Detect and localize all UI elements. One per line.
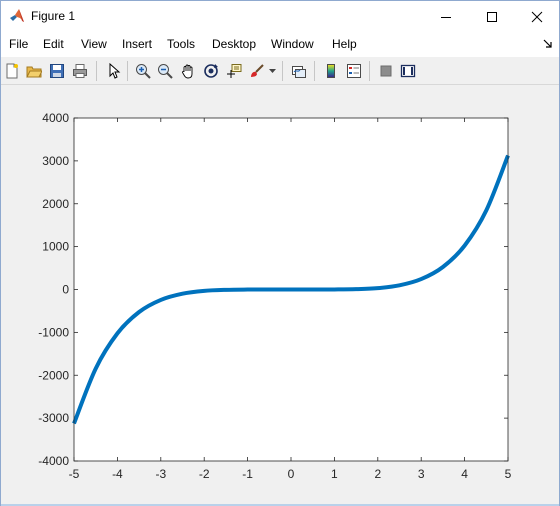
zoom-out-icon <box>158 64 173 79</box>
y-tick-label: 0 <box>62 283 69 297</box>
edit-plot-button[interactable] <box>102 60 124 82</box>
edit-plot-pointer-icon <box>109 63 121 79</box>
y-tick-label: 2000 <box>42 197 69 211</box>
toolbar-separator <box>282 61 283 81</box>
link-plot-button[interactable] <box>288 60 310 82</box>
pan-button[interactable] <box>177 60 199 82</box>
colorbar-button[interactable] <box>320 60 342 82</box>
x-tick-label: 2 <box>374 467 381 481</box>
zoom-in-icon <box>136 64 151 79</box>
y-tick-label: -4000 <box>38 454 69 468</box>
brush-icon <box>251 64 264 77</box>
save-icon <box>50 64 64 78</box>
show-plot-tools-button[interactable] <box>397 60 419 82</box>
print-icon <box>73 64 87 78</box>
toolbar-separator <box>96 61 97 81</box>
legend-button[interactable] <box>343 60 365 82</box>
y-tick-label: -2000 <box>38 368 69 382</box>
menu-window[interactable]: Window <box>271 37 314 51</box>
x-tick-label: 5 <box>505 467 512 481</box>
data-cursor-icon <box>227 64 242 78</box>
x-tick-label: -5 <box>69 467 80 481</box>
brush-button[interactable] <box>246 60 268 82</box>
colorbar-icon <box>327 64 335 78</box>
menu-file[interactable]: File <box>9 37 28 51</box>
figure-window: Figure 1 File Edit View Insert Tools Des… <box>0 0 560 506</box>
toolbar-separator <box>127 61 128 81</box>
brush-dropdown-icon[interactable] <box>269 69 276 74</box>
x-tick-label: -4 <box>112 467 123 481</box>
minimize-button[interactable] <box>423 1 469 32</box>
y-tick-label: 4000 <box>42 111 69 125</box>
zoom-out-button[interactable] <box>154 60 176 82</box>
hide-plot-tools-button[interactable] <box>375 60 397 82</box>
open-file-icon <box>26 66 42 78</box>
print-button[interactable] <box>69 60 91 82</box>
y-tick-label: 3000 <box>42 154 69 168</box>
legend-icon <box>347 64 361 78</box>
x-tick-label: -3 <box>155 467 166 481</box>
show-plot-tools-icon <box>400 64 416 78</box>
plot-axes[interactable]: -5 -4 -3 -2 -1 0 1 2 3 4 5 -4000 -3000 -2000 -1000 0 100… <box>1 85 559 504</box>
new-figure-icon <box>6 63 18 79</box>
y-tick-label: 1000 <box>42 240 69 254</box>
x-tick-label: 0 <box>288 467 295 481</box>
x-tick-label: -1 <box>242 467 253 481</box>
title-bar[interactable]: Figure 1 <box>1 1 559 32</box>
minimize-icon <box>441 16 451 18</box>
maximize-button[interactable] <box>469 1 515 32</box>
figure-toolbar <box>1 58 559 85</box>
close-button[interactable] <box>514 1 560 32</box>
open-file-button[interactable] <box>23 60 45 82</box>
close-icon <box>531 11 543 22</box>
pan-hand-icon <box>182 64 193 79</box>
y-tick-label: -1000 <box>38 325 69 339</box>
dock-arrow-icon[interactable] <box>543 39 553 49</box>
hide-plot-tools-icon <box>380 65 392 77</box>
x-tick-label: 1 <box>331 467 338 481</box>
x-tick-label: -2 <box>199 467 210 481</box>
toolbar-separator <box>369 61 370 81</box>
menu-insert[interactable]: Insert <box>122 37 152 51</box>
window-title: Figure 1 <box>31 9 76 23</box>
rotate-3d-button[interactable] <box>200 60 222 82</box>
link-plot-icon <box>292 66 306 78</box>
toolbar-separator <box>314 61 315 81</box>
y-tick-label: -3000 <box>38 411 69 425</box>
data-cursor-button[interactable] <box>223 60 245 82</box>
save-button[interactable] <box>46 60 68 82</box>
rotate-3d-icon <box>204 64 218 78</box>
menu-tools[interactable]: Tools <box>167 37 195 51</box>
menu-desktop[interactable]: Desktop <box>212 37 256 51</box>
x-tick-label: 3 <box>418 467 425 481</box>
menu-bar: File Edit View Insert Tools Desktop Wind… <box>1 32 559 57</box>
maximize-icon <box>487 11 497 22</box>
matlab-logo-icon <box>10 9 24 22</box>
menu-edit[interactable]: Edit <box>43 37 64 51</box>
menu-help[interactable]: Help <box>332 37 357 51</box>
menu-view[interactable]: View <box>81 37 107 51</box>
zoom-in-button[interactable] <box>132 60 154 82</box>
x-tick-label: 4 <box>461 467 468 481</box>
new-figure-button[interactable] <box>1 60 23 82</box>
